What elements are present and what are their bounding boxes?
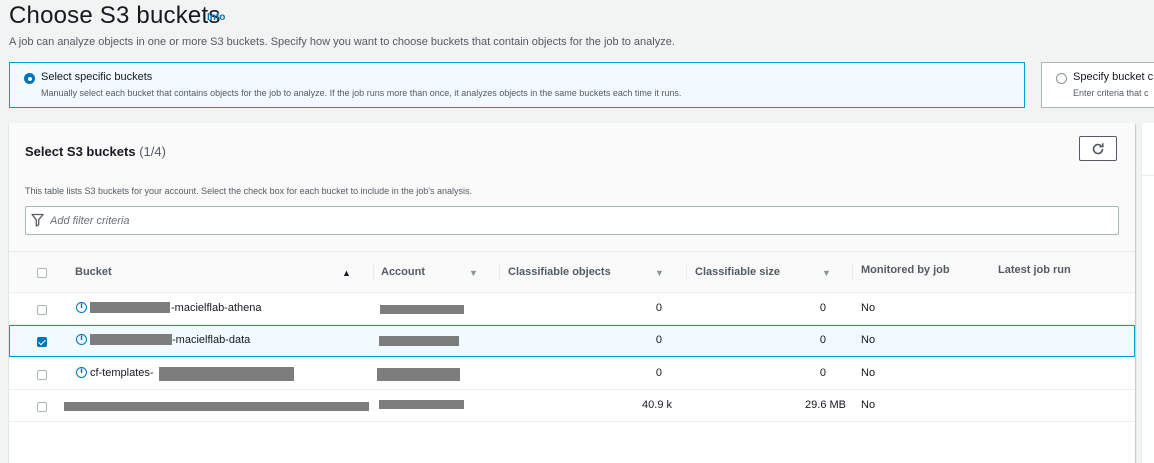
sort-descending-icon[interactable]: ▼: [655, 268, 664, 278]
info-link[interactable]: Info: [207, 12, 225, 23]
classifiable-objects-value: 40.9 k: [642, 399, 672, 411]
tile-title: Select specific buckets: [41, 71, 153, 83]
table-row[interactable]: cf-templates- 0 0 No: [9, 358, 1135, 390]
classifiable-objects-value: 0: [655, 367, 662, 379]
classifiable-size-value: 0: [819, 367, 826, 379]
tile-description: Enter criteria that c: [1073, 88, 1149, 98]
column-divider: [499, 263, 500, 281]
sort-ascending-icon[interactable]: ▲: [342, 268, 351, 278]
row-checkbox[interactable]: [37, 370, 47, 380]
column-divider: [373, 263, 374, 281]
table-row[interactable]: -macielflab-athena 0 0 No: [9, 293, 1135, 325]
sort-descending-icon[interactable]: ▼: [822, 268, 831, 278]
bucket-name[interactable]: -macielflab-data: [172, 334, 250, 346]
divider: [1142, 175, 1154, 176]
table-row-selected[interactable]: -macielflab-data 0 0 No: [9, 325, 1135, 357]
buckets-table-panel: Select S3 buckets (1/4) This table lists…: [9, 123, 1135, 463]
table-row[interactable]: 40.9 k 29.6 MB No: [9, 390, 1135, 422]
redacted-account-id: [379, 336, 459, 346]
classifiable-size-value: 29.6 MB: [805, 399, 846, 411]
refresh-button[interactable]: [1079, 136, 1117, 161]
row-checkbox[interactable]: [37, 305, 47, 315]
radio-select-specific-buckets[interactable]: [24, 73, 35, 84]
filter-box[interactable]: [25, 206, 1119, 235]
panel-title: Select S3 buckets (1/4): [25, 144, 166, 159]
column-header-latest-job-run[interactable]: Latest job run: [998, 264, 1071, 276]
filter-funnel-icon: [31, 213, 44, 227]
redacted-bucket-name: [90, 334, 172, 345]
classifiable-size-value: 0: [819, 302, 826, 314]
redacted-bucket-name: [159, 367, 294, 381]
refresh-icon: [1092, 142, 1104, 154]
tile-title: Specify bucket c: [1073, 71, 1154, 83]
column-header-classifiable-objects[interactable]: Classifiable objects: [508, 266, 611, 278]
tile-specify-bucket-criteria[interactable]: Specify bucket c Enter criteria that c: [1041, 62, 1154, 108]
column-divider: [686, 263, 687, 281]
column-divider: [852, 263, 853, 281]
bucket-name[interactable]: -macielflab-athena: [171, 302, 262, 314]
redacted-account-id: [380, 305, 464, 314]
redacted-bucket-name: [64, 402, 369, 411]
monitored-value: No: [861, 367, 876, 379]
tile-select-specific-buckets[interactable]: Select specific buckets Manually select …: [9, 62, 1025, 108]
info-circle-icon[interactable]: [76, 333, 87, 345]
column-header-bucket[interactable]: Bucket: [75, 266, 112, 278]
page-title: Choose S3 buckets: [9, 2, 221, 29]
monitored-value: No: [861, 334, 876, 346]
info-circle-icon[interactable]: [76, 366, 87, 378]
info-circle-icon[interactable]: [76, 301, 87, 313]
monitored-value: No: [861, 399, 876, 411]
redacted-account-id: [379, 400, 464, 409]
radio-specify-bucket-criteria[interactable]: [1056, 73, 1067, 84]
column-header-monitored-by-job[interactable]: Monitored by job: [861, 264, 950, 276]
redacted-account-id: [377, 368, 460, 381]
selection-count: (1/4): [139, 144, 166, 159]
tile-description: Manually select each bucket that contain…: [41, 88, 682, 98]
column-header-account[interactable]: Account: [381, 266, 425, 278]
select-all-checkbox[interactable]: [37, 268, 47, 278]
filter-input[interactable]: [50, 207, 1110, 234]
bucket-name[interactable]: cf-templates-: [90, 367, 154, 379]
row-checkbox[interactable]: [37, 402, 47, 412]
table-description: This table lists S3 buckets for your acc…: [25, 186, 472, 196]
redacted-bucket-name: [90, 302, 170, 313]
table-header: Bucket ▲ Account ▼ Classifiable objects …: [9, 251, 1135, 293]
classifiable-objects-value: 0: [655, 334, 662, 346]
classifiable-size-value: 0: [819, 334, 826, 346]
panel-title-text: Select S3 buckets: [25, 144, 136, 159]
classifiable-objects-value: 0: [655, 302, 662, 314]
column-header-classifiable-size[interactable]: Classifiable size: [695, 266, 780, 278]
row-checkbox-checked[interactable]: [37, 337, 47, 347]
page-description: A job can analyze objects in one or more…: [9, 36, 675, 48]
monitored-value: No: [861, 302, 876, 314]
sort-descending-icon[interactable]: ▼: [469, 268, 478, 278]
side-panel-partial: [1141, 123, 1154, 463]
